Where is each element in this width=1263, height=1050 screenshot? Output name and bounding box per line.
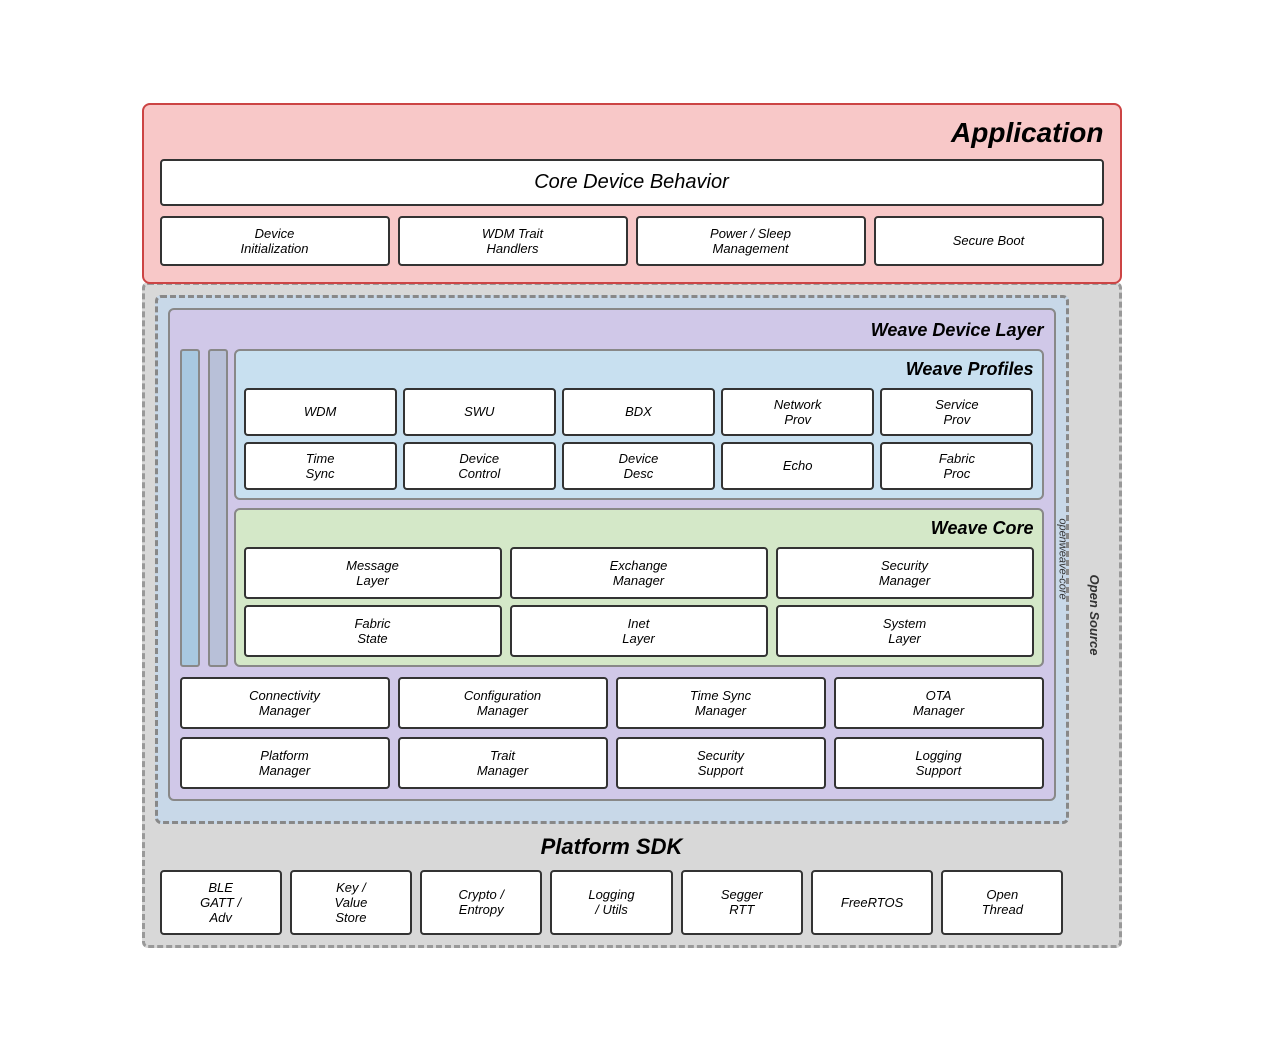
core-security-manager: SecurityManager	[776, 547, 1034, 599]
indent-bars	[180, 349, 200, 667]
sdk-key-value-store: Key /ValueStore	[290, 870, 412, 935]
profile-device-desc: DeviceDesc	[562, 442, 715, 490]
profile-bdx: BDX	[562, 388, 715, 436]
profile-echo: Echo	[721, 442, 874, 490]
device-row1: ConnectivityManager ConfigurationManager…	[180, 677, 1044, 729]
secure-boot-box: Secure Boot	[874, 216, 1104, 266]
wdm-trait-handlers-box: WDM TraitHandlers	[398, 216, 628, 266]
time-sync-manager-box: Time SyncManager	[616, 677, 826, 729]
device-layer-right: Weave Profiles WDM SWU BDX NetworkProv S…	[208, 349, 1044, 667]
openweave-core-label: openweave-core	[1057, 518, 1069, 599]
profile-time-sync: TimeSync	[244, 442, 397, 490]
application-title: Application	[160, 117, 1104, 149]
green-content: Weave Profiles WDM SWU BDX NetworkProv S…	[234, 349, 1044, 667]
device-layer-inner: Weave Profiles WDM SWU BDX NetworkProv S…	[180, 349, 1044, 667]
core-fabric-state: FabricState	[244, 605, 502, 657]
profiles-row2: TimeSync DeviceControl DeviceDesc Echo F…	[244, 442, 1034, 490]
platform-sdk-section: Platform SDK BLEGATT /Adv Key /ValueStor…	[155, 834, 1069, 935]
profile-network-prov: NetworkProv	[721, 388, 874, 436]
sdk-open-thread: OpenThread	[941, 870, 1063, 935]
weave-profiles-section: Weave Profiles WDM SWU BDX NetworkProv S…	[234, 349, 1044, 500]
openweave-core-layer: openweave-core Weave Device Layer	[155, 295, 1069, 824]
sdk-boxes: BLEGATT /Adv Key /ValueStore Crypto /Ent…	[160, 870, 1064, 935]
diagram-wrapper: Application Core Device Behavior DeviceI…	[142, 103, 1122, 948]
weave-core-title: Weave Core	[244, 518, 1034, 539]
security-support-box: SecuritySupport	[616, 737, 826, 789]
app-sub-boxes: DeviceInitialization WDM TraitHandlers P…	[160, 216, 1104, 266]
core-row2: FabricState InetLayer SystemLayer	[244, 605, 1034, 657]
indent-bar-2	[208, 349, 228, 667]
core-inet-layer: InetLayer	[510, 605, 768, 657]
profile-service-prov: ServiceProv	[880, 388, 1033, 436]
profile-fabric-proc: FabricProc	[880, 442, 1033, 490]
ota-manager-box: OTAManager	[834, 677, 1044, 729]
weave-device-layer: Weave Device Layer	[168, 308, 1056, 801]
profile-wdm: WDM	[244, 388, 397, 436]
sdk-ble-gatt: BLEGATT /Adv	[160, 870, 282, 935]
sdk-logging-utils: Logging/ Utils	[550, 870, 672, 935]
sdk-crypto-entropy: Crypto /Entropy	[420, 870, 542, 935]
connectivity-manager-box: ConnectivityManager	[180, 677, 390, 729]
weave-profiles-title: Weave Profiles	[244, 359, 1034, 380]
core-row1: MessageLayer ExchangeManager SecurityMan…	[244, 547, 1034, 599]
platform-sdk-title: Platform SDK	[160, 834, 1064, 860]
sdk-freertos: FreeRTOS	[811, 870, 933, 935]
application-layer: Application Core Device Behavior DeviceI…	[142, 103, 1122, 284]
open-source-layer: openweave-core Weave Device Layer	[142, 282, 1122, 948]
open-source-label: Open Source	[1087, 574, 1102, 655]
sdk-segger-rtt: SeggerRTT	[681, 870, 803, 935]
profile-device-control: DeviceControl	[403, 442, 556, 490]
logging-support-box: LoggingSupport	[834, 737, 1044, 789]
configuration-manager-box: ConfigurationManager	[398, 677, 608, 729]
power-sleep-management-box: Power / SleepManagement	[636, 216, 866, 266]
core-exchange-manager: ExchangeManager	[510, 547, 768, 599]
weave-device-layer-title: Weave Device Layer	[180, 320, 1044, 341]
core-device-behavior: Core Device Behavior	[160, 159, 1104, 206]
core-message-layer: MessageLayer	[244, 547, 502, 599]
platform-manager-box: PlatformManager	[180, 737, 390, 789]
profile-swu: SWU	[403, 388, 556, 436]
indent-bar-1	[180, 349, 200, 667]
device-row2: PlatformManager TraitManager SecuritySup…	[180, 737, 1044, 789]
profiles-row1: WDM SWU BDX NetworkProv ServiceProv	[244, 388, 1034, 436]
device-initialization-box: DeviceInitialization	[160, 216, 390, 266]
device-layer-boxes: ConnectivityManager ConfigurationManager…	[180, 677, 1044, 789]
weave-core-section: Weave Core MessageLayer ExchangeManager …	[234, 508, 1044, 667]
core-system-layer: SystemLayer	[776, 605, 1034, 657]
trait-manager-box: TraitManager	[398, 737, 608, 789]
